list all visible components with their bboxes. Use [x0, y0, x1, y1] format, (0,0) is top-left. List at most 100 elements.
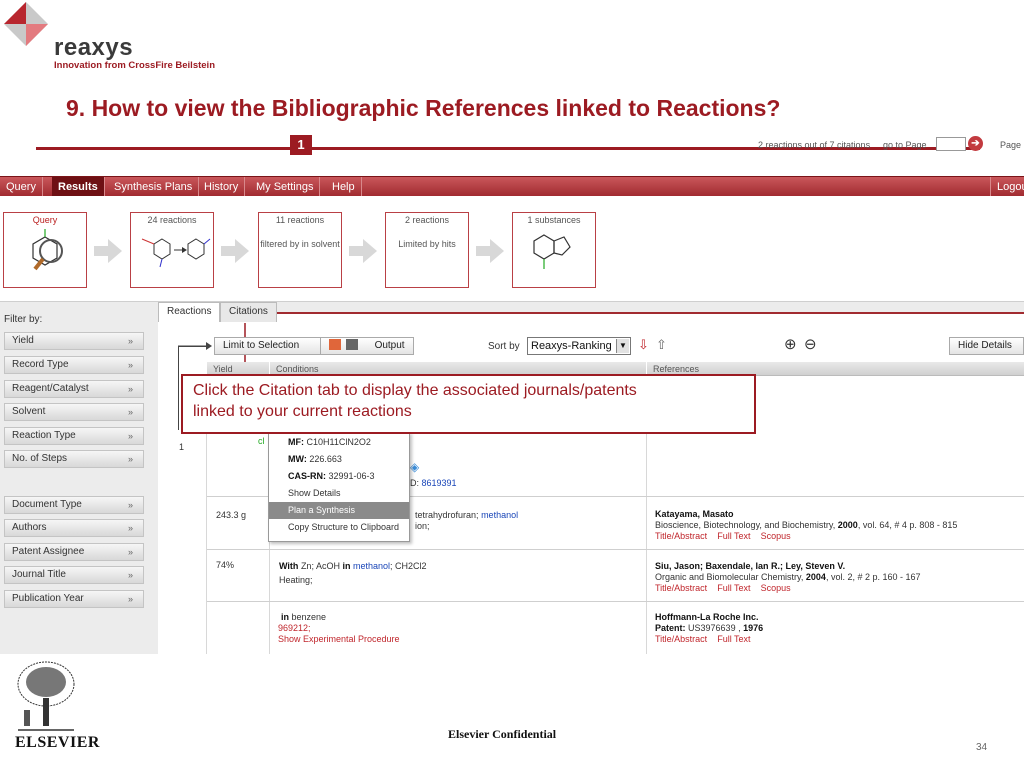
nav-tab-my-settings[interactable]: My Settings [250, 177, 321, 197]
reaxys-id-link[interactable]: 8619391 [422, 478, 457, 488]
instruction-callout: Click the Citation tab to display the as… [181, 374, 756, 434]
chevron-down-icon: ▼ [616, 339, 629, 353]
filter-label: No. of Steps [12, 453, 68, 464]
menu-copy-structure[interactable]: Copy Structure to Clipboard [269, 519, 409, 536]
filter-label: Solvent [12, 406, 46, 417]
full-text-link[interactable]: Full Text [717, 634, 750, 644]
filter-solvent[interactable]: Solvent » [4, 403, 144, 421]
nav-tab-history[interactable]: History [198, 177, 246, 197]
row-divider [207, 601, 1024, 602]
limit-to-selection-button[interactable]: Limit to Selection [214, 337, 332, 355]
filter-document-type[interactable]: Document Type » [4, 496, 144, 514]
export-icon [329, 339, 341, 350]
solvent-methanol-link[interactable]: methanol [353, 561, 390, 571]
step-11-reactions[interactable]: 11 reactions filtered by in solvent [258, 212, 342, 288]
result-count: 2 reactions out of 7 citations [758, 140, 871, 150]
sort-descending-icon[interactable]: ⇩ [638, 337, 649, 353]
filter-label: Reagent/Catalyst [12, 383, 89, 394]
chevron-down-icon: » [127, 336, 133, 346]
journal-name: Organic and Biomolecular Chemistry, [655, 572, 804, 582]
filter-patent-assignee[interactable]: Patent Assignee » [4, 543, 144, 561]
in-label: in [281, 612, 289, 622]
chevron-down-icon: » [127, 547, 133, 557]
arrow-right-icon [221, 239, 249, 263]
reagent-text: Zn; AcOH [300, 561, 340, 571]
title-abstract-link[interactable]: Title/Abstract [655, 583, 707, 593]
print-icon [345, 339, 358, 350]
filter-authors[interactable]: Authors » [4, 519, 144, 537]
journal-volume: , vol. 2, # 2 p. 160 - 167 [825, 572, 921, 582]
filter-reaction-type[interactable]: Reaction Type » [4, 427, 144, 445]
filter-reagent-catalyst[interactable]: Reagent/Catalyst » [4, 380, 144, 398]
filter-publication-year[interactable]: Publication Year » [4, 590, 144, 608]
filter-journal-title[interactable]: Journal Title » [4, 566, 144, 584]
yield-value: 243.3 g [216, 510, 247, 520]
solvent-ch2cl2: ; CH2Cl2 [390, 561, 427, 571]
patent-year: 1976 [743, 623, 764, 633]
menu-show-details[interactable]: Show Details [269, 485, 409, 502]
reaction-structure-icon [141, 238, 211, 268]
hide-details-button[interactable]: Hide Details [949, 337, 1024, 355]
filter-yield[interactable]: Yield » [4, 332, 144, 350]
step-query[interactable]: Query [3, 212, 87, 288]
nav-tab-results[interactable]: Results [52, 177, 105, 197]
reaxys-logo-icon [4, 2, 48, 46]
output-button[interactable]: Output [320, 337, 414, 355]
logout-link[interactable]: Logou [990, 177, 1024, 197]
zoom-in-icon[interactable]: ⊕ [784, 335, 797, 353]
slide-number: 34 [976, 742, 988, 753]
reference-links: Title/Abstract Full Text Scopus [655, 531, 791, 542]
nav-tab-query[interactable]: Query [0, 177, 43, 197]
indole-structure-icon [533, 234, 571, 269]
hide-label: Hide Details [958, 340, 1012, 351]
slide-title: 9. How to view the Bibliographic Referen… [66, 95, 781, 121]
filter-label: Yield [12, 335, 34, 346]
step-2-reactions[interactable]: 2 reactions Limited by hits [385, 212, 469, 288]
filter-label: Patent Assignee [12, 546, 85, 557]
step-title: Query [32, 215, 58, 225]
output-label: Output [374, 340, 405, 351]
filter-record-type[interactable]: Record Type » [4, 356, 144, 374]
sort-ascending-icon[interactable]: ⇧ [656, 337, 667, 353]
scopus-link[interactable]: Scopus [761, 583, 791, 593]
page-label: Page [1000, 140, 1022, 150]
step-badge: 1 [290, 135, 312, 155]
journal-year: 2000 [837, 520, 858, 530]
nav-tab-synthesis-plans[interactable]: Synthesis Plans [108, 177, 200, 197]
step-24-reactions[interactable]: 24 reactions [130, 212, 214, 288]
title-abstract-link[interactable]: Title/Abstract [655, 531, 707, 541]
tab-reactions[interactable]: Reactions [158, 302, 221, 322]
substance-details-icon[interactable]: ◈ [410, 460, 419, 474]
main-nav: Query Results Synthesis Plans History My… [0, 176, 1024, 197]
sort-by-label: Sort by [488, 341, 520, 352]
chevron-down-icon: » [127, 431, 133, 441]
show-experimental-procedure-link[interactable]: Show Experimental Procedure [278, 634, 400, 645]
step-1-substances[interactable]: 1 substances [512, 212, 596, 288]
reference-authors: Katayama, Masato [655, 509, 734, 519]
journal-volume: , vol. 64, # 4 p. 808 - 815 [857, 520, 958, 530]
cas-row: CAS-RN: 32991-06-3 [269, 468, 409, 485]
journal-name: Bioscience, Biotechnology, and Biochemis… [655, 520, 836, 530]
cas-value: 32991-06-3 [328, 471, 375, 481]
structure-fragment-label: cl [258, 436, 265, 446]
menu-plan-a-synthesis[interactable]: Plan a Synthesis [269, 502, 409, 519]
title-abstract-link[interactable]: Title/Abstract [655, 634, 707, 644]
nav-tab-help[interactable]: Help [326, 177, 362, 197]
mw-value: 226.663 [309, 454, 342, 464]
scopus-link[interactable]: Scopus [761, 531, 791, 541]
go-arrow-icon[interactable]: ➔ [968, 136, 983, 151]
page-input[interactable] [936, 137, 966, 151]
chevron-down-icon: » [127, 523, 133, 533]
full-text-link[interactable]: Full Text [717, 583, 750, 593]
zoom-out-icon[interactable]: ⊖ [804, 335, 817, 353]
sort-by-select[interactable]: Reaxys-Ranking ▼ [527, 337, 631, 355]
tab-citations[interactable]: Citations [220, 302, 277, 322]
condition-methanol-link[interactable]: methanol [481, 510, 518, 520]
chevron-down-icon: » [127, 407, 133, 417]
elsevier-tree-logo-icon [17, 661, 75, 731]
filter-no-of-steps[interactable]: No. of Steps » [4, 450, 144, 468]
filter-label: Publication Year [12, 593, 84, 604]
full-text-link[interactable]: Full Text [717, 531, 750, 541]
mf-row: MF: C10H11ClN2O2 [269, 434, 409, 451]
condition-text-2: ion; [415, 521, 430, 531]
